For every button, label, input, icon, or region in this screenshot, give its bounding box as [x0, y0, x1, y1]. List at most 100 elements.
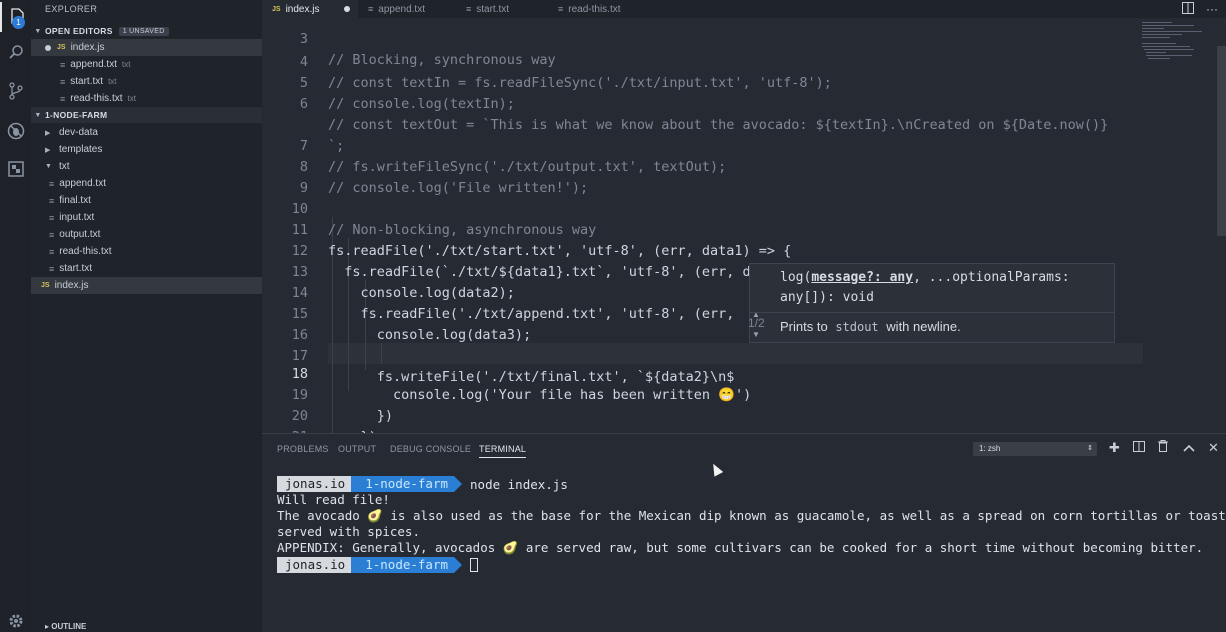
text-file-icon: ≡	[368, 4, 374, 14]
new-terminal-icon[interactable]: ✚	[1109, 440, 1120, 456]
tab-problems[interactable]: PROBLEMS	[277, 444, 329, 454]
terminal-output-line: APPENDIX: Generally, avocados 🥑 are serv…	[277, 540, 1204, 555]
file-index-js[interactable]: JS index.js	[31, 277, 262, 294]
terminal-select-value: 1: zsh	[979, 444, 1001, 453]
file-label: output.txt	[59, 229, 101, 240]
file-label: index.js	[54, 280, 89, 291]
settings-gear-icon[interactable]	[0, 606, 31, 632]
extensions-icon[interactable]	[0, 154, 31, 184]
chevron-down-icon: ▼	[34, 27, 42, 35]
chevron-down-icon: ▼	[34, 111, 42, 119]
text-file-icon: ≡	[49, 195, 55, 206]
folder-dev-data[interactable]: ▶ dev-data	[31, 124, 262, 141]
tab-label: append.txt	[378, 3, 425, 15]
project-label: 1-NODE-FARM	[45, 110, 108, 120]
folder-txt[interactable]: ▼ txt	[31, 158, 262, 175]
folder-templates[interactable]: ▶ templates	[31, 141, 262, 158]
terminal-output-line: served with spices.	[277, 524, 420, 539]
open-editor-append-txt[interactable]: ≡ append.txt txt	[31, 56, 262, 73]
open-editor-read-this-txt[interactable]: ≡ read-this.txt txt	[31, 90, 262, 107]
open-editors-header[interactable]: ▼ OPEN EDITORS 1 UNSAVED	[31, 23, 262, 39]
chevron-right-icon: ▶	[45, 129, 51, 137]
sidebar-title: EXPLORER	[45, 4, 98, 14]
open-editor-index-js[interactable]: JS index.js	[31, 39, 262, 56]
file-append-txt[interactable]: ≡ append.txt	[31, 175, 262, 192]
doc-prefix: Prints to	[780, 319, 828, 334]
debug-icon[interactable]	[0, 116, 31, 146]
folder-hint: txt	[108, 77, 117, 86]
code-line: 7 // fs.writeFileSync('./txt/output.txt'…	[262, 115, 1226, 175]
terminal-cursor	[470, 558, 479, 572]
file-final-txt[interactable]: ≡ final.txt	[31, 192, 262, 209]
close-panel-icon[interactable]: ✕	[1208, 440, 1219, 456]
unsaved-badge: 1 UNSAVED	[118, 26, 169, 36]
tab-start-txt[interactable]: ≡ start.txt	[456, 0, 548, 18]
outline-header[interactable]: ▸ OUTLINE	[31, 622, 262, 632]
tab-terminal[interactable]: TERMINAL	[479, 444, 527, 458]
more-actions-icon[interactable]: ···	[1206, 2, 1218, 16]
activity-bar: 1	[0, 0, 31, 632]
text-file-icon: ≡	[466, 4, 472, 14]
text-file-icon: ≡	[49, 263, 55, 274]
signature-prefix: log(	[780, 270, 812, 285]
folder-hint: txt	[121, 60, 131, 69]
code-line-current: 18 console.log('Your file has been writt…	[262, 343, 1226, 403]
tab-label: start.txt	[476, 3, 510, 15]
file-label: start.txt	[59, 263, 93, 274]
maximize-panel-icon[interactable]	[1183, 440, 1195, 455]
search-icon[interactable]	[0, 37, 31, 67]
source-control-icon[interactable]	[0, 76, 31, 106]
tab-read-this-txt[interactable]: ≡ read-this.txt	[548, 0, 648, 18]
tab-output[interactable]: OUTPUT	[338, 444, 376, 454]
folder-label: dev-data	[59, 127, 98, 138]
tab-append-txt[interactable]: ≡ append.txt	[358, 0, 456, 18]
folder-label: templates	[59, 144, 103, 155]
code-line: 10 // Non-blocking, asynchronous way	[262, 178, 1226, 238]
split-terminal-icon[interactable]	[1133, 440, 1145, 455]
file-read-this-txt[interactable]: ≡ read-this.txt	[31, 243, 262, 260]
trash-icon[interactable]	[1158, 440, 1168, 455]
text-file-icon: ≡	[49, 212, 55, 223]
unsaved-dot-icon[interactable]	[344, 6, 350, 12]
active-parameter: message?: any	[811, 270, 914, 285]
file-label: input.txt	[59, 212, 95, 223]
terminal-select[interactable]: 1: zsh ⇕	[973, 442, 1097, 456]
outline-label: OUTLINE	[51, 622, 87, 631]
terminal-output-line: Will read file!	[277, 492, 390, 507]
javascript-file-icon: JS	[41, 282, 50, 289]
code-editor[interactable]: 3 // Blocking, synchronous way 4 // cons…	[262, 18, 1226, 433]
open-editor-label: index.js	[70, 42, 105, 53]
terminal-output-line: The avocado 🥑 is also used as the base f…	[277, 508, 1226, 523]
code-line: 12 fs.readFile(`./txt/${data1}.txt`, 'ut…	[262, 220, 1226, 280]
tab-index-js[interactable]: JS index.js	[262, 0, 358, 18]
file-input-txt[interactable]: ≡ input.txt	[31, 209, 262, 226]
chevron-down-icon[interactable]: ▼	[752, 330, 760, 339]
minimap[interactable]	[1142, 18, 1212, 68]
file-output-txt[interactable]: ≡ output.txt	[31, 226, 262, 243]
doc-suffix: with newline.	[886, 319, 961, 334]
chevron-down-icon: ▼	[45, 163, 52, 170]
tab-label: index.js	[285, 3, 320, 15]
code-line: 5 // console.log(textIn);	[262, 52, 1226, 112]
open-editor-label: start.txt	[70, 76, 104, 87]
code-line: 4 // const textIn = fs.readFileSync('./t…	[262, 31, 1226, 91]
code-line: 8 // console.log('File written!');	[262, 136, 1226, 196]
split-editor-icon[interactable]	[1182, 2, 1194, 17]
terminal-prompt[interactable]: jonas.io 1-node-farm	[277, 557, 479, 573]
unsaved-dot-icon[interactable]	[45, 44, 51, 51]
terminal-prompt: jonas.io 1-node-farm node index.js	[277, 476, 568, 492]
file-start-txt[interactable]: ≡ start.txt	[31, 260, 262, 277]
code-line: 6 // const textOut = `This is what we kn…	[262, 73, 1226, 133]
text-file-icon: ≡	[558, 4, 564, 14]
text-file-icon: ≡	[60, 59, 66, 70]
project-header[interactable]: ▼ 1-NODE-FARM	[31, 107, 262, 123]
code-line: 9	[262, 157, 1226, 196]
open-editor-start-txt[interactable]: ≡ start.txt txt	[31, 73, 262, 90]
vertical-scrollbar[interactable]	[1217, 46, 1226, 236]
open-editor-label: read-this.txt	[70, 93, 123, 104]
file-label: append.txt	[59, 178, 106, 189]
text-file-icon: ≡	[49, 229, 55, 240]
tab-debug-console[interactable]: DEBUG CONSOLE	[390, 444, 471, 454]
editor-tab-bar: JS index.js ≡ append.txt ≡ start.txt ≡ r…	[262, 0, 1226, 18]
file-label: read-this.txt	[59, 246, 112, 257]
